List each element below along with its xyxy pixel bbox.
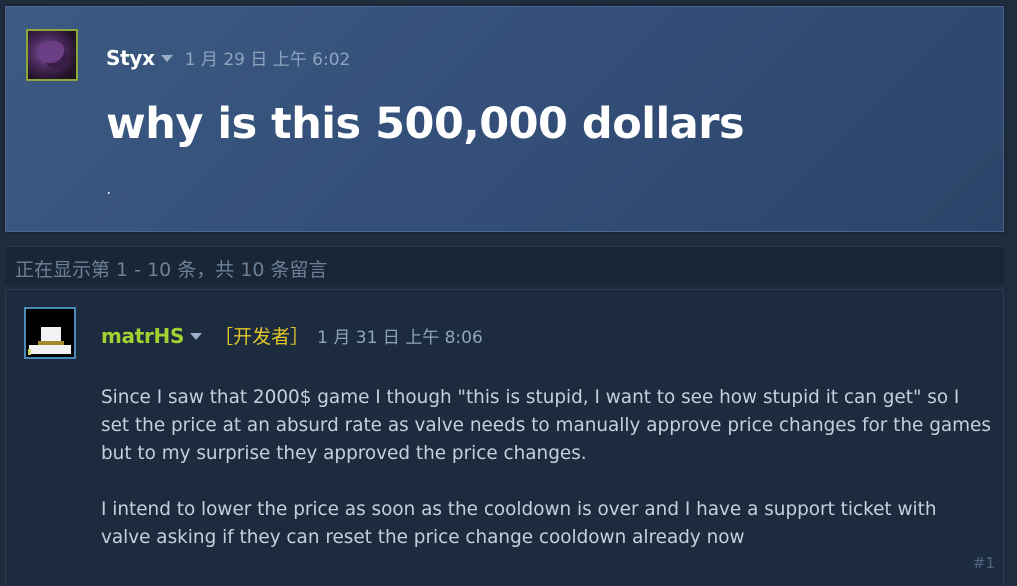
topic-title: why is this 500,000 dollars bbox=[106, 99, 745, 149]
developer-badge: ［开发者］ bbox=[214, 326, 310, 348]
comment-index[interactable]: #1 bbox=[973, 554, 995, 572]
comment-paging-bar: 正在显示第 1 - 10 条，共 10 条留言 bbox=[5, 246, 1004, 285]
chevron-down-icon[interactable] bbox=[190, 333, 203, 340]
op-author-name[interactable]: Styx bbox=[106, 46, 155, 70]
comment-author-line: matrHS ［开发者］ 1 月 31 日 上午 8:06 bbox=[101, 322, 483, 349]
topic-panel: Styx 1 月 29 日 上午 6:02 why is this 500,00… bbox=[5, 6, 1004, 232]
paging-summary: 正在显示第 1 - 10 条，共 10 条留言 bbox=[15, 259, 328, 281]
comment-avatar[interactable] bbox=[24, 307, 76, 359]
avatar-image bbox=[38, 41, 64, 63]
comment-text: Since I saw that 2000$ game I though "th… bbox=[101, 384, 991, 580]
avatar-image bbox=[29, 345, 71, 354]
topic-body: . bbox=[106, 179, 112, 199]
comment-timestamp: 1 月 31 日 上午 8:06 bbox=[317, 328, 483, 348]
op-author-line: Styx 1 月 29 日 上午 6:02 bbox=[106, 45, 351, 71]
op-avatar[interactable] bbox=[26, 29, 78, 81]
avatar-image bbox=[28, 349, 31, 355]
chevron-down-icon[interactable] bbox=[160, 55, 173, 62]
avatar-image bbox=[41, 327, 61, 341]
comment-item: matrHS ［开发者］ 1 月 31 日 上午 8:06 Since I sa… bbox=[5, 289, 1004, 586]
comment-author-name[interactable]: matrHS bbox=[101, 324, 184, 348]
op-timestamp: 1 月 29 日 上午 6:02 bbox=[184, 50, 351, 70]
discussion-page: Styx 1 月 29 日 上午 6:02 why is this 500,00… bbox=[0, 0, 1017, 586]
comment-paragraph: I intend to lower the price as soon as t… bbox=[101, 499, 937, 548]
comment-paragraph: Since I saw that 2000$ game I though "th… bbox=[101, 387, 991, 464]
